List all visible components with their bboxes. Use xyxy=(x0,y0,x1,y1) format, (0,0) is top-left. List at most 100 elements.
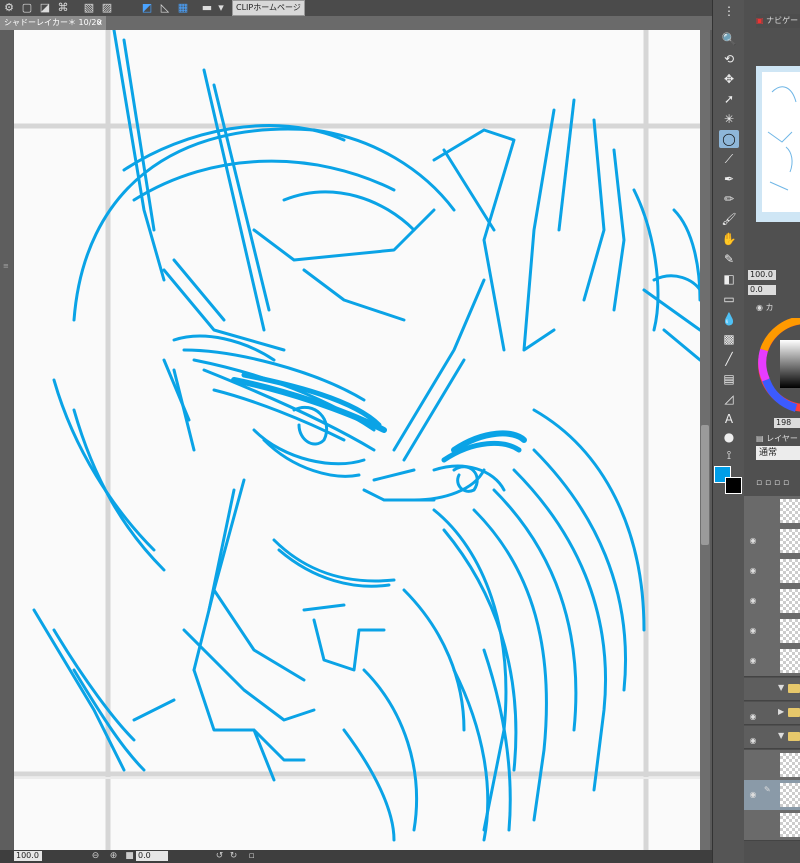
color-wheel-tab[interactable]: ◉ カ xyxy=(756,302,800,314)
layer-thumbnail xyxy=(780,619,800,643)
chevron-down-icon[interactable]: ▼ xyxy=(778,731,784,740)
gradient-icon[interactable]: ▩ xyxy=(719,330,739,348)
layer-row-active[interactable]: ◉ ✎ xyxy=(744,780,800,811)
eye-icon[interactable]: ◉ xyxy=(748,626,758,636)
layer-folder-row[interactable]: ◉ ▼ xyxy=(744,726,800,749)
layer-thumbnail xyxy=(780,589,800,613)
rotate-right-icon[interactable]: ↻ xyxy=(228,850,239,862)
color-ring xyxy=(758,316,800,412)
eye-icon[interactable]: ◉ xyxy=(748,566,758,576)
new-folder-icon[interactable]: ▫ xyxy=(774,478,780,488)
chevron-down-icon[interactable]: ▼ xyxy=(778,683,784,692)
layer-panel-tab[interactable]: ▤ レイヤー xyxy=(756,432,800,446)
delete-layer-icon[interactable]: ▫ xyxy=(783,478,789,488)
select-all-icon[interactable]: ▢ xyxy=(20,1,34,15)
snap-special-ruler-icon[interactable]: ◺ xyxy=(158,1,172,15)
layer-thumbnail xyxy=(780,783,800,807)
fill-icon[interactable]: 💧 xyxy=(719,310,739,328)
layer-row[interactable] xyxy=(744,496,800,527)
auto-select-icon[interactable]: ✳ xyxy=(719,110,739,128)
panel-collapse-icon[interactable]: ≡ xyxy=(3,262,9,272)
transform-icon[interactable]: ⌘ xyxy=(56,1,70,15)
layer-actions-row: ▫ ▫ ▫ ▫ xyxy=(756,478,800,492)
rotate-icon[interactable]: ⟲ xyxy=(719,50,739,68)
layer-row[interactable] xyxy=(744,810,800,841)
layer-row[interactable] xyxy=(744,750,800,781)
layer-row[interactable]: ◉ xyxy=(744,586,800,617)
canvas-vertical-scrollbar[interactable] xyxy=(700,30,710,850)
folder-icon xyxy=(788,684,800,693)
sub-color-swatch[interactable] xyxy=(725,477,742,494)
fill-bucket-icon[interactable]: ◪ xyxy=(38,1,52,15)
lasso-select-icon[interactable]: ◯ xyxy=(719,130,739,148)
ruler-icon[interactable]: ◿ xyxy=(719,390,739,408)
select-arrow-icon[interactable]: ➚ xyxy=(719,90,739,108)
drawing-color-icon[interactable]: ▬ xyxy=(200,1,214,15)
zoom-out-icon[interactable]: ⊖ xyxy=(90,850,101,862)
opacity-field[interactable]: 0.0 xyxy=(748,285,776,295)
sketch-drawing xyxy=(14,30,700,850)
eye-icon[interactable]: ◉ xyxy=(748,712,758,722)
layer-row[interactable]: ◉ xyxy=(744,526,800,557)
frame-icon[interactable]: ▤ xyxy=(719,370,739,388)
reset-rotation-icon[interactable]: ▫ xyxy=(246,850,257,862)
chevron-right-icon[interactable]: ▶ xyxy=(778,707,784,716)
panel-menu-icon[interactable]: ⋮ xyxy=(719,2,739,20)
snap-icon[interactable]: ▨ xyxy=(100,1,114,15)
new-raster-layer-icon[interactable]: ▫ xyxy=(756,478,762,488)
figure-icon[interactable]: ╱ xyxy=(719,350,739,368)
eye-icon[interactable]: ◉ xyxy=(748,656,758,666)
close-icon[interactable]: × xyxy=(96,16,103,30)
new-vector-layer-icon[interactable]: ▫ xyxy=(765,478,771,488)
blend-icon[interactable]: ▭ xyxy=(719,290,739,308)
drawing-canvas[interactable] xyxy=(14,30,700,850)
ruler-toggle-icon[interactable]: ▧ xyxy=(82,1,96,15)
clip-home-link[interactable]: CLIPホームページ xyxy=(232,0,305,16)
layer-row[interactable]: ◉ xyxy=(744,616,800,647)
airbrush-icon[interactable]: ✋ xyxy=(719,230,739,248)
left-panel-edge xyxy=(0,30,13,850)
eyedropper-icon[interactable]: ⟋ xyxy=(719,150,739,168)
fit-window-icon[interactable]: ■ xyxy=(124,850,135,862)
eye-icon[interactable]: ◉ xyxy=(748,536,758,546)
correction-icon[interactable]: ⟟ xyxy=(719,446,739,464)
pencil-icon[interactable]: ✏ xyxy=(719,190,739,208)
document-tab[interactable]: シャドーレイカー＊ 10/20 × xyxy=(0,16,106,30)
layer-thumbnail xyxy=(780,559,800,583)
decoration-icon[interactable]: ✎ xyxy=(719,250,739,268)
rotate-left-icon[interactable]: ↺ xyxy=(214,850,225,862)
color-wheel[interactable] xyxy=(756,316,800,416)
eye-icon[interactable]: ◉ xyxy=(748,596,758,606)
eye-icon[interactable]: ◉ xyxy=(748,736,758,746)
snap-ruler-icon[interactable]: ◩ xyxy=(140,1,154,15)
color-tab-label: カ xyxy=(765,303,774,312)
brush-size-field[interactable]: 100.0 xyxy=(748,270,776,280)
document-tab-bar: シャドーレイカー＊ 10/20 × xyxy=(0,16,712,30)
blend-mode-select[interactable]: 通常 xyxy=(756,446,800,460)
balloon-icon[interactable]: ● xyxy=(719,428,739,446)
pen-icon[interactable]: ✒ xyxy=(719,170,739,188)
sketch-strokes xyxy=(32,30,700,842)
eraser-icon[interactable]: ◧ xyxy=(719,270,739,288)
layer-folder-row[interactable]: ▼ xyxy=(744,678,800,701)
move-layer-icon[interactable]: ✥ xyxy=(719,70,739,88)
zoom-level-field[interactable]: 100.0 xyxy=(14,851,42,861)
text-icon[interactable]: A xyxy=(719,410,739,428)
snap-grid-icon[interactable]: ▦ xyxy=(176,1,190,15)
layer-list: ◉ ◉ ◉ ◉ ◉ ▼ ◉ ▶ ◉ ▼ ◉ ✎ xyxy=(744,496,800,863)
rotation-angle-field[interactable]: 0.0 xyxy=(136,851,168,861)
tool-palette: ⋮ 🔍 ⟲ ✥ ➚ ✳ ◯ ⟋ ✒ ✏ 🖌 ✋ ✎ ◧ ▭ 💧 ▩ ╱ ▤ ◿ … xyxy=(712,0,744,863)
layer-folder-row[interactable]: ◉ ▶ xyxy=(744,702,800,725)
eye-icon[interactable]: ◉ xyxy=(748,790,758,800)
top-toolbar: ⚙ ▢ ◪ ⌘ ▧ ▨ ◩ ◺ ▦ ▬ ▾ CLIPホームページ xyxy=(0,0,712,17)
brush-icon[interactable]: 🖌 xyxy=(719,210,739,228)
navigator-tab[interactable]: ▣ ナビゲー xyxy=(756,14,800,28)
layer-row[interactable]: ◉ xyxy=(744,556,800,587)
zoom-in-icon[interactable]: ⊕ xyxy=(108,850,119,862)
layer-row[interactable]: ◉ xyxy=(744,646,800,677)
settings-icon[interactable]: ⚙ xyxy=(2,1,16,15)
navigator-sketch-thumbnail xyxy=(767,86,797,191)
zoom-icon[interactable]: 🔍 xyxy=(719,30,739,48)
scrollbar-thumb[interactable] xyxy=(701,425,709,545)
chevron-down-icon[interactable]: ▾ xyxy=(214,1,228,15)
